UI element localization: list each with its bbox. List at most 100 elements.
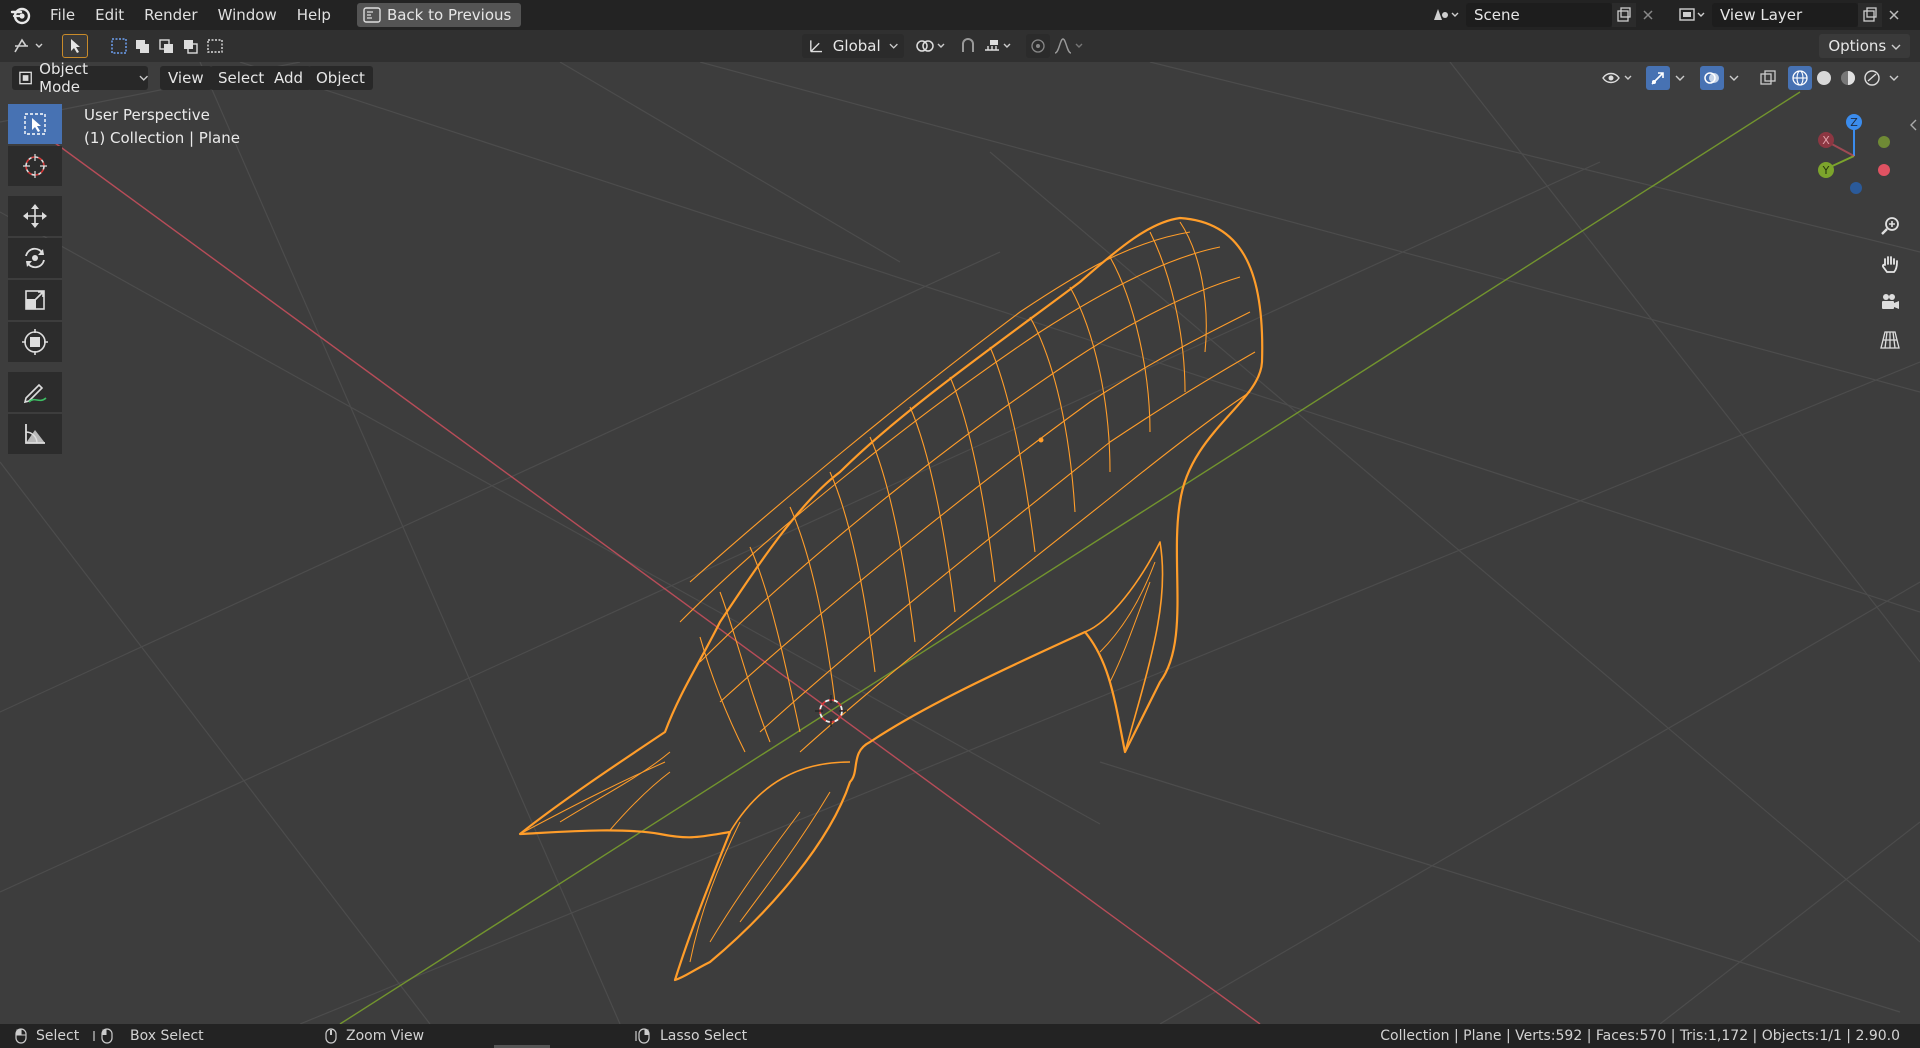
grid-perspective-icon: [1880, 331, 1900, 349]
menu-help[interactable]: Help: [287, 0, 341, 30]
object-mode-label: Object Mode: [39, 62, 88, 96]
tool-rotate[interactable]: [8, 238, 62, 278]
ortho-persp-toggle-button[interactable]: [1874, 324, 1906, 356]
shading-material-preview-icon[interactable]: [1836, 66, 1860, 90]
scene-selector: Scene: [1426, 3, 1660, 27]
gizmo-y-label: Y: [1822, 164, 1830, 177]
status-box-select-label: Box Select: [130, 1028, 204, 1044]
back-to-previous-label: Back to Previous: [386, 6, 512, 24]
snap-target-icon[interactable]: [982, 34, 1016, 58]
annotate-tool-icon: [23, 383, 47, 404]
scene-browse-icon[interactable]: [1426, 3, 1466, 27]
chevron-down-icon: [139, 75, 148, 81]
navigation-gizmo[interactable]: Z Y X: [1804, 112, 1904, 196]
y-axis-line: [339, 91, 1801, 1024]
status-bar: Select Box Select Zoom View Lasso Select…: [0, 1024, 1920, 1048]
shading-options-chevron-icon[interactable]: [1886, 66, 1902, 90]
sidebar-toggle-icon[interactable]: [1908, 118, 1918, 132]
menu-window[interactable]: Window: [208, 0, 287, 30]
gizmo-z-label: Z: [1850, 116, 1858, 129]
mouse-left-icon: [15, 1028, 27, 1044]
menu-file[interactable]: File: [40, 0, 85, 30]
view-layer-browse-icon[interactable]: [1672, 3, 1712, 27]
status-zoom-view-hint: Zoom View: [324, 1024, 424, 1048]
view-layer-new-icon[interactable]: [1858, 3, 1882, 27]
proportional-falloff-icon[interactable]: [1052, 34, 1088, 58]
xray-toggle-icon[interactable]: [1756, 66, 1780, 90]
scene-name-field[interactable]: Scene: [1466, 3, 1612, 27]
status-select-label: Select: [36, 1028, 80, 1044]
visibility-selectability-icon[interactable]: [1600, 66, 1636, 90]
viewport-toolbar: [8, 104, 64, 456]
3d-viewport[interactable]: Object Mode View Select Add Object User …: [0, 62, 1920, 1024]
shading-solid-icon[interactable]: [1812, 66, 1836, 90]
gizmo-neg-x-axis[interactable]: [1878, 164, 1890, 176]
transform-orientation-label: Global: [832, 37, 881, 55]
viewport-perspective-label: User Perspective: [84, 106, 210, 124]
status-zoom-view-label: Zoom View: [346, 1028, 425, 1044]
camera-view-button[interactable]: [1874, 286, 1906, 318]
shading-rendered-icon[interactable]: [1860, 66, 1884, 90]
rotate-tool-icon: [25, 247, 45, 269]
menu-edit[interactable]: Edit: [85, 0, 134, 30]
show-gizmo-icon[interactable]: [1646, 66, 1670, 90]
object-mode-dropdown[interactable]: Object Mode: [12, 62, 148, 96]
transform-orientation-dropdown[interactable]: Global: [802, 34, 904, 58]
select-tool-icon[interactable]: [62, 34, 88, 58]
mouse-middle-icon: [325, 1028, 337, 1044]
options-dropdown[interactable]: Options: [1819, 34, 1910, 58]
tool-cursor[interactable]: [8, 146, 62, 186]
viewport-header: Object Mode View Select Add Object: [0, 62, 1920, 96]
dolphin-mesh-wireframe[interactable]: [518, 216, 1264, 982]
status-lasso-select-hint: Lasso Select: [634, 1024, 747, 1048]
floor-grid: [0, 62, 1920, 1024]
viewport-canvas[interactable]: [0, 62, 1920, 1024]
status-box-select-hint: Box Select: [92, 1024, 204, 1048]
snap-toggle-icon[interactable]: [956, 34, 980, 58]
selection-mode-buttons[interactable]: [108, 34, 228, 58]
pan-view-button[interactable]: [1874, 248, 1906, 280]
viewport-menu-object[interactable]: Object: [308, 66, 373, 90]
back-to-previous-button[interactable]: Back to Previous: [356, 3, 522, 27]
proportional-edit-icon[interactable]: [1026, 34, 1050, 58]
viewport-menu-select[interactable]: Select: [210, 66, 273, 90]
x-axis-line: [39, 131, 1261, 1024]
tool-scale[interactable]: [8, 280, 62, 320]
shading-wireframe-icon[interactable]: [1788, 66, 1812, 90]
tool-select-box[interactable]: [8, 104, 62, 144]
pivot-point-icon[interactable]: [912, 34, 950, 58]
gizmo-neg-y-axis[interactable]: [1878, 136, 1890, 148]
view-layer-selector: View Layer: [1672, 3, 1906, 27]
status-select-hint: Select: [14, 1024, 79, 1048]
top-menu-bar: File Edit Render Window Help Back to Pre…: [0, 0, 1920, 30]
scene-delete-icon[interactable]: [1636, 3, 1660, 27]
gizmo-x-label: X: [1822, 134, 1830, 147]
tool-annotate[interactable]: [8, 372, 62, 412]
hand-icon: [1882, 256, 1898, 273]
gizmo-options-chevron-icon[interactable]: [1672, 66, 1688, 90]
editor-type-icon[interactable]: [10, 34, 50, 58]
show-overlays-icon[interactable]: [1700, 66, 1724, 90]
move-tool-icon: [23, 204, 47, 228]
tool-move[interactable]: [8, 196, 62, 236]
viewport-menu-add[interactable]: Add: [266, 66, 312, 90]
orientation-global-icon: [810, 40, 822, 53]
menu-render[interactable]: Render: [134, 0, 207, 30]
camera-icon: [1882, 294, 1899, 309]
overlay-options-chevron-icon[interactable]: [1726, 66, 1742, 90]
measure-tool-icon: [25, 424, 45, 444]
scene-new-icon[interactable]: [1612, 3, 1636, 27]
zoom-view-button[interactable]: [1874, 210, 1906, 242]
tool-measure[interactable]: [8, 414, 62, 454]
view-layer-name-field[interactable]: View Layer: [1712, 3, 1858, 27]
status-lasso-select-label: Lasso Select: [660, 1028, 748, 1044]
blender-logo-icon[interactable]: [10, 4, 32, 26]
transform-tool-icon: [22, 329, 48, 355]
view-layer-delete-icon[interactable]: [1882, 3, 1906, 27]
options-label: Options: [1828, 37, 1887, 55]
viewport-menu-view[interactable]: View: [160, 66, 212, 90]
gizmo-neg-z-axis[interactable]: [1850, 182, 1862, 194]
tool-transform[interactable]: [8, 322, 62, 362]
object-mode-icon: [19, 71, 32, 85]
mouse-drag-icon: [93, 1028, 113, 1044]
